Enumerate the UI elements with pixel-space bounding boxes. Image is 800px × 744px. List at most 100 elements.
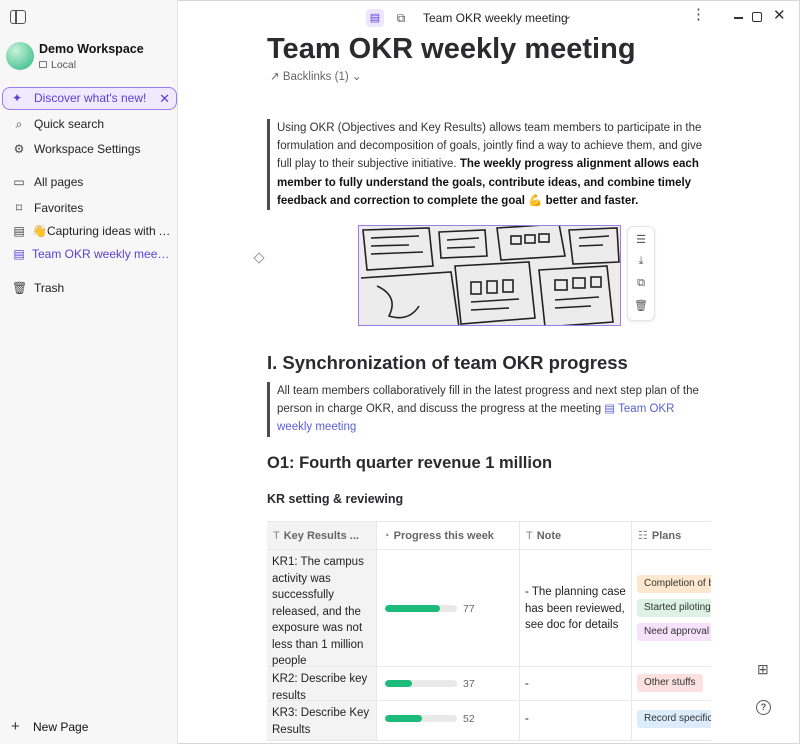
workspace-storage: Local (39, 59, 76, 71)
maximize-icon[interactable] (752, 12, 762, 22)
search-icon: ⌕ (15, 117, 23, 131)
workspace-name: Demo Workspace (39, 42, 144, 56)
progress-fill (385, 715, 423, 722)
kr-cell[interactable]: KR3: Describe Key Results (267, 701, 377, 740)
progress-cell[interactable]: 77 (377, 550, 520, 666)
plans-cell[interactable]: Completion of beta Started piloting Need… (632, 550, 711, 666)
document-editor[interactable]: Team OKR weekly meeting ↗ Backlinks (1) … (178, 36, 800, 744)
minimize-icon[interactable] (734, 17, 743, 19)
plans-cell[interactable]: Other stuffs (632, 667, 711, 700)
workspace-card[interactable]: Demo Workspace Local (6, 40, 172, 74)
list-type-icon: ☷ (638, 530, 648, 542)
table-row: KR1: The campus activity was successfull… (267, 550, 711, 667)
more-options-icon[interactable]: ⋮ (691, 7, 706, 22)
discover-banner[interactable]: ✦ Discover what's new! ✕ (2, 87, 177, 110)
chevron-down-icon[interactable]: ⌄ (563, 9, 572, 22)
close-window-icon[interactable]: ✕ (773, 8, 786, 23)
note-cell[interactable]: - (520, 701, 632, 740)
sidebar-toggle-icon[interactable] (10, 10, 26, 24)
progress-bar[interactable] (385, 680, 457, 687)
caption-icon[interactable]: ☰ (628, 233, 654, 246)
help-icon[interactable]: ? (756, 700, 771, 715)
column-header-label: Progress this week (393, 530, 494, 542)
delete-icon[interactable]: 🗑 (628, 299, 654, 312)
plan-tag[interactable]: Completion of beta (637, 575, 711, 593)
text-type-icon: T (526, 530, 533, 542)
column-header[interactable]: T Note (520, 522, 632, 549)
column-header-label: Note (536, 530, 562, 542)
objective-heading[interactable]: O1: Fourth quarter revenue 1 million (267, 454, 552, 473)
progress-fill (385, 680, 412, 687)
page-mode-icon[interactable]: ▤ (366, 9, 384, 27)
column-header[interactable]: ☷ Plans (632, 522, 711, 549)
widgets-icon[interactable]: ⊞ (757, 661, 769, 678)
progress-value: 77 (463, 603, 475, 615)
image-toolbar: ☰ ⤓ ⧉ 🗑 (627, 226, 655, 321)
page-icon: ▤ (13, 224, 25, 238)
sidebar-item-label: Trash (34, 281, 65, 295)
trash-icon: 🗑 (12, 281, 28, 295)
kr-heading[interactable]: KR setting & reviewing (267, 492, 403, 506)
local-storage-icon (39, 61, 47, 68)
backlinks-toggle[interactable]: ↗ Backlinks (1) ⌄ (270, 69, 362, 83)
sketch-image[interactable] (358, 225, 621, 326)
note-cell[interactable]: - (520, 667, 632, 700)
workspace-storage-label: Local (51, 59, 77, 71)
kr-table: T Key Results ... ◔ Progress this week T No… (267, 521, 711, 741)
kr-cell[interactable]: KR1: The campus activity was successfull… (267, 550, 377, 667)
sidebar-item-quick-search[interactable]: ⌕ Quick search (0, 113, 178, 135)
intro-quote[interactable]: Using OKR (Objectives and Key Results) a… (267, 119, 707, 211)
sidebar-item-trash[interactable]: 🗑 Trash (0, 277, 178, 299)
sidebar-item-label: Favorites (34, 201, 84, 215)
sidebar-item-favorites[interactable]: ⌑ Favorites (0, 197, 178, 219)
plan-tag[interactable]: Record specific results (637, 710, 711, 728)
new-page-label: New Page (33, 720, 89, 734)
sidebar-item-label: 👋Capturing ideas with AFFiNE (32, 224, 172, 238)
plan-tag[interactable]: Other stuffs (637, 674, 703, 692)
text-type-icon: T (273, 530, 280, 542)
plan-tag[interactable]: Need approval of (637, 623, 711, 641)
duplicate-icon[interactable]: ⧉ (628, 277, 654, 290)
plan-tag[interactable]: Started piloting (637, 599, 711, 617)
block-drag-handle-icon[interactable] (253, 252, 265, 264)
progress-value: 37 (463, 678, 475, 690)
backlinks-label: Backlinks (1) (282, 71, 349, 83)
edgeless-mode-icon[interactable]: ⧉ (392, 9, 410, 27)
note-cell[interactable]: - The planning case has been reviewed, s… (520, 550, 632, 666)
table-row: KR2: Describe key results 37 - Other stu… (267, 667, 711, 702)
sidebar-item-favorite-page[interactable]: ▤ 👋Capturing ideas with AFFiNE (0, 220, 178, 242)
table-row: KR3: Describe Key Results 52 - Record sp… (267, 701, 711, 741)
sidebar-item-label: All pages (34, 175, 84, 189)
new-page-button[interactable]: + New Page (0, 716, 178, 738)
page-title[interactable]: Team OKR weekly meeting (267, 36, 636, 66)
workspace-avatar (6, 42, 34, 70)
sidebar-item-favorite-page[interactable]: ▤ Team OKR weekly meeting (0, 243, 178, 265)
column-header[interactable]: T Key Results ... (267, 522, 377, 549)
sidebar-item-label: Workspace Settings (34, 142, 141, 156)
column-header-label: Key Results ... (283, 530, 359, 542)
linked-page-icon: ▤ (604, 403, 619, 416)
download-icon[interactable]: ⤓ (628, 255, 654, 268)
top-bar: ▤ ⧉ Team OKR weekly meeting ⌄ ⋮ ✕ (178, 0, 800, 36)
plus-icon: + (11, 718, 20, 735)
column-header-label: Plans (651, 530, 682, 542)
sidebar-item-settings[interactable]: ⚙ Workspace Settings (0, 138, 178, 160)
gear-icon: ⚙ (13, 142, 25, 156)
section-heading[interactable]: I. Synchronization of team OKR progress (267, 352, 628, 374)
bookmark-icon: ⌑ (15, 201, 23, 215)
discover-label: Discover what's new! (34, 91, 147, 105)
progress-cell[interactable]: 37 (377, 667, 520, 700)
sidebar-item-all-pages[interactable]: ▭ All pages (0, 171, 178, 193)
progress-value: 52 (463, 713, 475, 725)
progress-cell[interactable]: 52 (377, 701, 520, 740)
progress-bar[interactable] (385, 715, 457, 722)
folder-icon: ▭ (13, 175, 25, 189)
close-icon[interactable]: ✕ (159, 88, 170, 109)
column-header[interactable]: ◔ Progress this week (377, 522, 520, 549)
table-header-row: T Key Results ... ◔ Progress this week T No… (267, 521, 711, 550)
header-page-title[interactable]: Team OKR weekly meeting (423, 11, 568, 25)
section-quote[interactable]: All team members collaboratively fill in… (267, 382, 707, 437)
progress-bar[interactable] (385, 605, 457, 612)
kr-cell[interactable]: KR2: Describe key results (267, 667, 377, 702)
plans-cell[interactable]: Record specific results (632, 701, 711, 740)
